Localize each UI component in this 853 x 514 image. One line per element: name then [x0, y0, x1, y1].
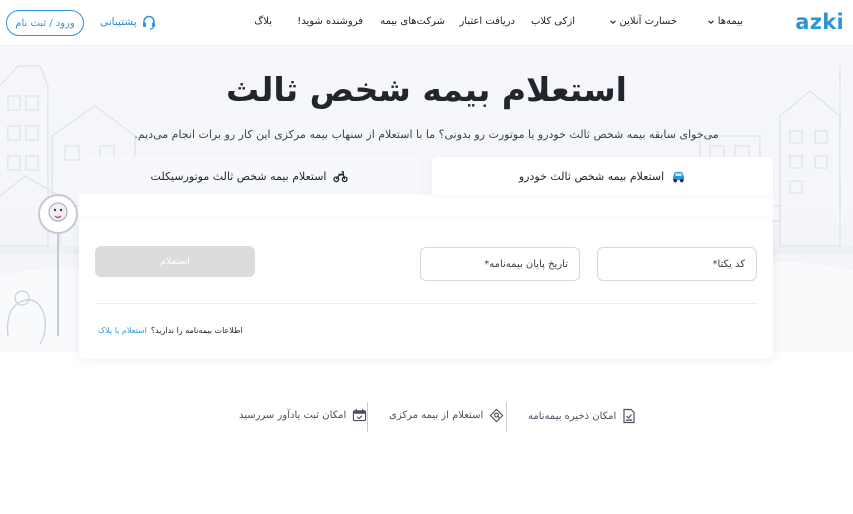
- page-title: استعلام بیمه شخص ثالث: [226, 70, 627, 109]
- motorcycle-icon: [333, 170, 349, 182]
- inquiry-by-plate-link[interactable]: استعلام با پلاک: [98, 326, 147, 335]
- inquiry-form-card: [79, 219, 773, 359]
- nav-label: بیمه‌ها: [717, 16, 743, 27]
- calendar-reminder-icon: [353, 408, 367, 422]
- nav-item-become-seller[interactable]: فروشنده شوید!: [297, 16, 363, 27]
- nav-label: بلاگ: [254, 16, 272, 27]
- nav-label: شرکت‌های بیمه: [380, 16, 445, 27]
- nav-label: ازکی کلاب: [530, 16, 575, 27]
- feature-central-inquiry: استعلام از بیمه مرکزی: [389, 408, 504, 423]
- policy-end-date-placeholder: تاریخ پایان بیمه‌نامه*: [484, 258, 568, 270]
- tab-motorcycle-inquiry[interactable]: استعلام بیمه شخص ثالث موتورسیکلت: [79, 157, 420, 195]
- nav-item-insurances[interactable]: بیمه‌ها: [707, 16, 743, 27]
- no-policy-info-text: اطلاعات بیمه‌نامه را ندارید؟: [150, 326, 243, 335]
- top-navbar: azki بیمه‌ها خسارت آنلاین ازکی کلاب دریا…: [0, 0, 853, 46]
- nav-label: دریافت اعتبار: [459, 16, 515, 27]
- headset-icon: [142, 15, 155, 30]
- tab-label: استعلام بیمه شخص ثالث خودرو: [518, 169, 665, 183]
- login-register-button[interactable]: ورود / ثبت نام: [6, 10, 84, 36]
- chevron-down-icon: [707, 19, 714, 24]
- tab-label: استعلام بیمه شخص ثالث موتورسیکلت: [150, 169, 327, 183]
- tab-car-inquiry[interactable]: استعلام بیمه شخص ثالث خودرو: [432, 157, 773, 195]
- form-divider: [95, 303, 757, 304]
- feature-label: امکان ذخیره بیمه‌نامه: [528, 410, 617, 422]
- feature-label: استعلام از بیمه مرکزی: [389, 410, 484, 421]
- unique-code-field[interactable]: کد یکتا*: [597, 247, 757, 281]
- no-policy-info-row: اطلاعات بیمه‌نامه را ندارید؟ استعلام با …: [98, 326, 243, 335]
- nav-label: خسارت آنلاین: [619, 16, 678, 27]
- support-link[interactable]: پشتیبانی: [100, 14, 157, 30]
- save-document-icon: [623, 408, 635, 424]
- page-subtitle: می‌خوای سابقه بیمه شخص ثالث خودرو یا موت…: [134, 128, 719, 141]
- policy-end-date-field[interactable]: تاریخ پایان بیمه‌نامه*: [420, 247, 580, 281]
- chevron-down-icon: [609, 19, 616, 24]
- feature-separator: [506, 402, 507, 432]
- feature-label: امکان ثبت یادآور سررسید: [239, 409, 347, 421]
- feature-save-policy: امکان ذخیره بیمه‌نامه: [528, 408, 636, 424]
- nav-item-online-claims[interactable]: خسارت آنلاین: [609, 16, 678, 27]
- nav-item-azki-club[interactable]: ازکی کلاب: [531, 16, 575, 27]
- feature-due-reminder: امکان ثبت یادآور سررسید: [239, 408, 367, 422]
- support-label: پشتیبانی: [100, 16, 137, 28]
- nav-label: فروشنده شوید!: [297, 16, 363, 27]
- azki-logo[interactable]: azki: [795, 10, 844, 34]
- unique-code-placeholder: کد یکتا*: [712, 258, 745, 270]
- nav-item-blog[interactable]: بلاگ: [254, 16, 272, 27]
- inquiry-tag-icon: [489, 408, 504, 423]
- nav-item-insurance-companies[interactable]: شرکت‌های بیمه: [380, 16, 445, 27]
- car-icon: [673, 171, 685, 182]
- inquiry-submit-button[interactable]: استعلام: [95, 246, 255, 277]
- nav-item-get-credit[interactable]: دریافت اعتبار: [459, 16, 515, 27]
- card-top: [79, 195, 773, 221]
